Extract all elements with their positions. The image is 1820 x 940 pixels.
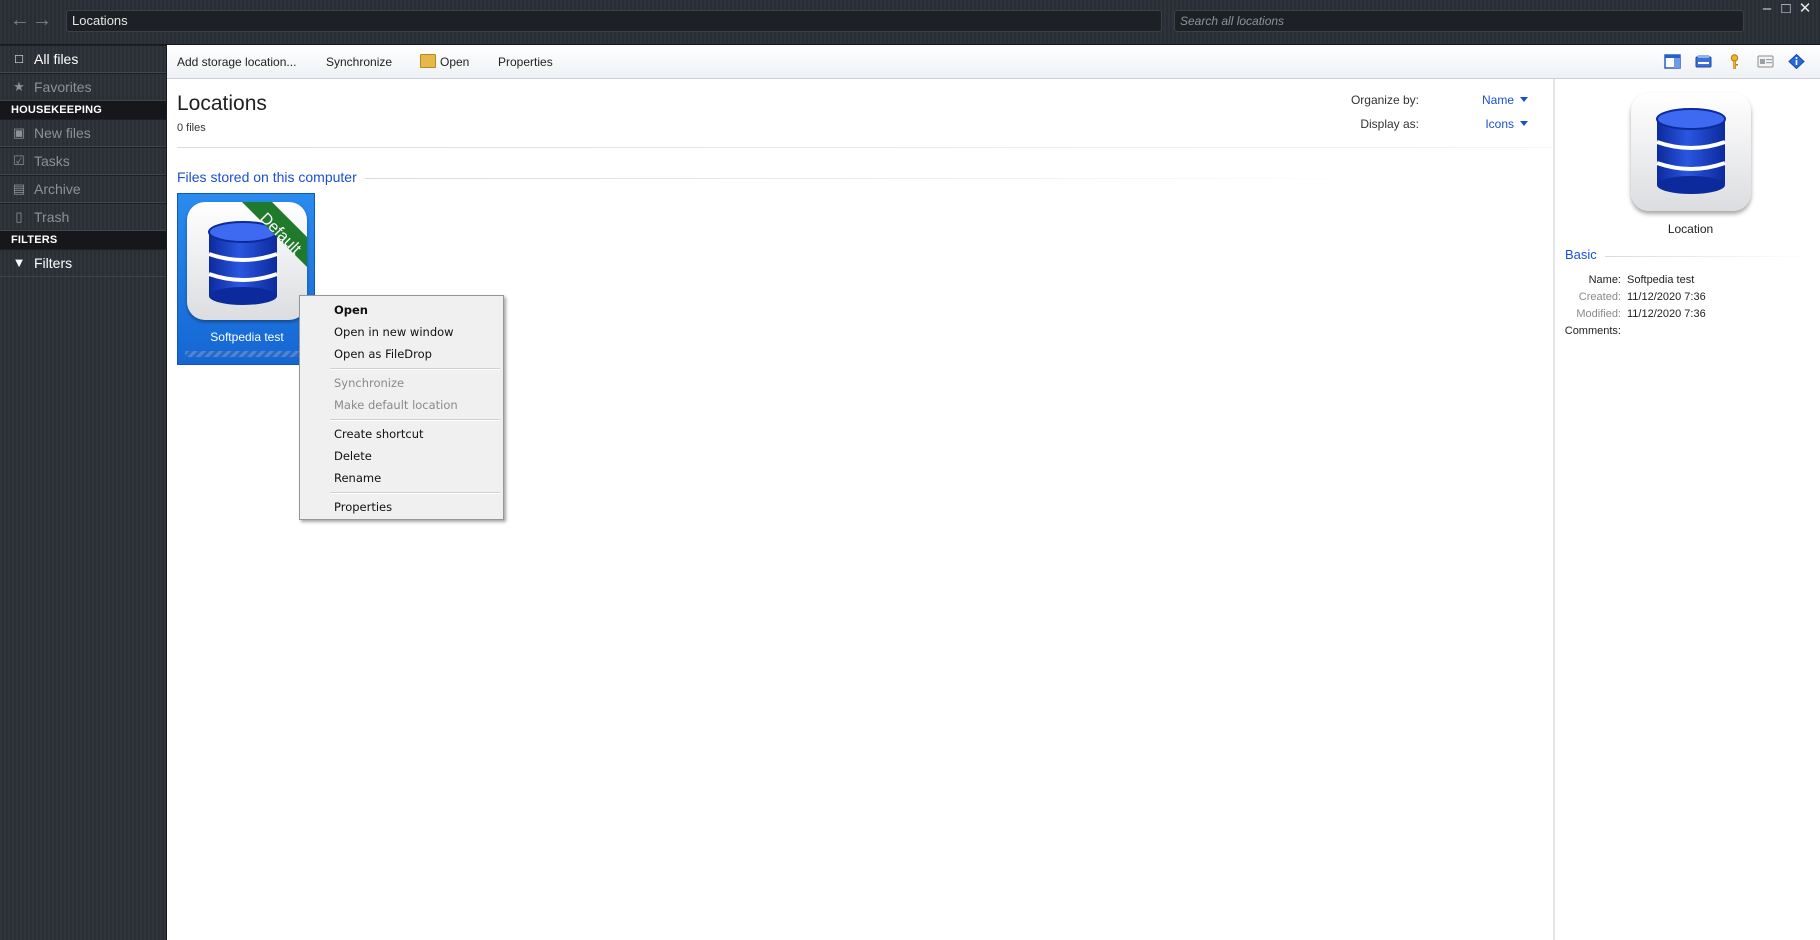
storage-card-icon[interactable] — [1695, 54, 1712, 69]
group-divider — [365, 178, 1395, 179]
chevron-down-icon — [1520, 121, 1528, 126]
back-arrow-icon[interactable]: ← — [10, 10, 30, 32]
sidebar-item-label: Filters — [34, 254, 73, 271]
menu-item-make-default: Make default location — [334, 398, 458, 412]
sidebar-item-trash[interactable]: ▯ Trash — [0, 203, 166, 231]
sidebar-item-all-files[interactable]: □ All files — [0, 45, 166, 73]
menu-separator — [330, 492, 500, 494]
sidebar-section-housekeeping: HOUSEKEEPING — [0, 101, 166, 119]
file-count: 0 files — [177, 122, 206, 134]
display-as-label: Display as: — [1360, 117, 1419, 131]
minimize-icon[interactable]: – — [1758, 0, 1776, 18]
toolbar: Add storage location... Synchronize Open… — [167, 45, 1820, 79]
menu-item-properties[interactable]: Properties — [334, 498, 392, 516]
search-input[interactable]: Search all locations — [1174, 10, 1744, 32]
title-bar: ← → Locations Search all locations – □ ✕ — [0, 0, 1820, 45]
menu-item-create-shortcut[interactable]: Create shortcut — [334, 425, 424, 443]
folder-open-icon — [420, 54, 436, 68]
header-divider — [177, 147, 1552, 148]
synchronize-button[interactable]: Synchronize — [326, 53, 392, 71]
menu-item-synchronize: Synchronize — [334, 376, 405, 390]
sidebar-section-filters: FILTERS — [0, 231, 166, 249]
key-icon[interactable] — [1726, 54, 1743, 69]
new-file-icon: ▣ — [12, 124, 26, 140]
page-title: Locations — [177, 92, 267, 115]
close-icon[interactable]: ✕ — [1796, 0, 1814, 18]
sidebar-item-label: New files — [34, 124, 91, 141]
details-caption: Location — [1667, 222, 1714, 236]
menu-item-open-new-window[interactable]: Open in new window — [334, 323, 454, 341]
archive-icon: ▤ — [12, 180, 26, 196]
location-tile[interactable]: Default Softpedia test — [177, 193, 315, 365]
sidebar-item-archive[interactable]: ▤ Archive — [0, 175, 166, 203]
id-card-icon[interactable] — [1757, 54, 1774, 69]
display-as-value: Icons — [1485, 117, 1514, 131]
storage-usage-bar — [185, 351, 309, 357]
open-button[interactable]: Open — [420, 53, 469, 71]
forward-arrow-icon[interactable]: → — [32, 10, 52, 32]
basic-section-divider — [1605, 256, 1810, 257]
database-icon: Default — [208, 202, 307, 305]
sidebar-item-label: Tasks — [34, 152, 70, 169]
created-key: Created: — [1578, 291, 1621, 303]
menu-separator — [330, 419, 500, 421]
properties-button[interactable]: Properties — [498, 53, 553, 71]
menu-item-open-filedrop[interactable]: Open as FileDrop — [334, 345, 432, 363]
context-menu: Open Open in new window Open as FileDrop… — [299, 295, 504, 520]
sidebar-item-new-files[interactable]: ▣ New files — [0, 119, 166, 147]
address-bar[interactable]: Locations — [66, 10, 1162, 32]
modified-value: 11/12/2020 7:36 — [1627, 308, 1706, 320]
organize-by-dropdown[interactable]: Name — [1482, 93, 1528, 107]
menu-item-rename[interactable]: Rename — [334, 469, 381, 487]
add-storage-location-button[interactable]: Add storage location... — [177, 53, 296, 71]
open-button-label: Open — [440, 55, 470, 69]
database-icon — [1656, 108, 1726, 194]
organize-by-label: Organize by: — [1350, 93, 1419, 107]
sidebar-item-filters[interactable]: ▼ Filters — [0, 249, 166, 277]
chevron-down-icon — [1520, 97, 1528, 102]
comments-key: Comments: — [1564, 325, 1621, 337]
name-key: Name: — [1588, 274, 1621, 286]
maximize-icon[interactable]: □ — [1777, 0, 1795, 18]
created-value: 11/12/2020 7:36 — [1627, 291, 1706, 303]
menu-item-open[interactable]: Open — [334, 301, 368, 319]
group-heading: Files stored on this computer — [177, 169, 357, 185]
sidebar: □ All files ★ Favorites HOUSEKEEPING ▣ N… — [0, 45, 167, 940]
sidebar-item-label: All files — [34, 50, 79, 67]
organize-by-value: Name — [1481, 93, 1514, 107]
star-icon: ★ — [13, 78, 25, 94]
sidebar-item-tasks[interactable]: ☑ Tasks — [0, 147, 166, 175]
trash-icon: ▯ — [15, 208, 23, 224]
name-value: Softpedia test — [1627, 274, 1695, 286]
menu-separator — [330, 368, 500, 370]
sidebar-item-favorites[interactable]: ★ Favorites — [0, 73, 166, 101]
sidebar-item-label: Trash — [34, 208, 70, 225]
preview-pane-icon[interactable] — [1664, 54, 1681, 69]
details-icon-frame — [1631, 93, 1751, 211]
basic-section-heading: Basic — [1565, 247, 1597, 262]
sidebar-item-label: Archive — [34, 180, 81, 197]
clipboard-icon: ☑ — [13, 152, 25, 168]
details-pane: Location Basic Name: Softpedia test Crea… — [1553, 79, 1820, 940]
location-tile-label: Softpedia test — [210, 330, 284, 344]
menu-item-delete[interactable]: Delete — [334, 447, 372, 465]
funnel-icon: ▼ — [12, 254, 26, 270]
comments-field[interactable] — [1627, 325, 1807, 339]
info-icon[interactable] — [1788, 54, 1805, 69]
modified-key: Modified: — [1576, 308, 1621, 320]
display-as-dropdown[interactable]: Icons — [1485, 117, 1528, 131]
document-icon: □ — [15, 50, 23, 66]
nav-arrows: ← → — [10, 10, 54, 32]
location-icon-frame: Default — [187, 202, 307, 320]
sidebar-item-label: Favorites — [34, 78, 92, 95]
